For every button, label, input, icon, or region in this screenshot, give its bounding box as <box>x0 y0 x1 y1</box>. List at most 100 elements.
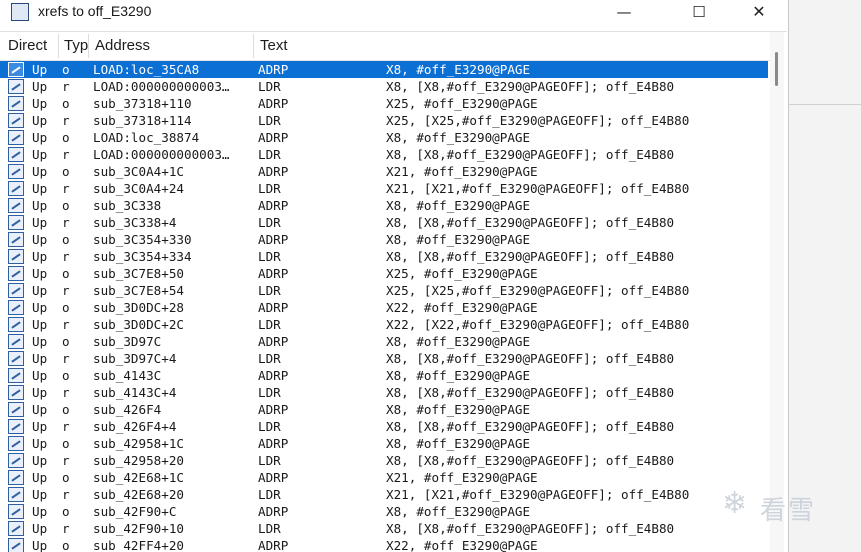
table-row[interactable]: Up o sub_3C0A4+1C ADRP X21, #off_E3290@PAGE <box>0 163 768 180</box>
table-row[interactable]: Up r sub_42F90+10 LDR X8, [X8,#off_E3290@PAG… <box>0 520 768 537</box>
title-bar[interactable]: xrefs to off_E3290 — ☐ ✕ <box>0 0 788 27</box>
address-cell: sub_3D97C+4 <box>93 351 177 366</box>
table-row[interactable]: Up r sub_426F4+4 LDR X8, [X8,#off_E3290@PAGE… <box>0 418 768 435</box>
operands-cell: X21, [X21,#off_E3290@PAGEOFF]; off_E4B80 <box>386 487 690 502</box>
address-cell: sub_37318+110 <box>93 96 192 111</box>
close-button[interactable]: ✕ <box>736 0 782 27</box>
type-cell: o <box>62 538 70 552</box>
type-cell: r <box>62 317 70 332</box>
direction-cell: Up <box>32 504 48 519</box>
address-cell: sub_42F90+10 <box>93 521 184 536</box>
table-row[interactable]: Up o sub_3D97C ADRP X8, #off_E3290@PAGE <box>0 333 768 350</box>
operands-cell: X8, #off_E3290@PAGE <box>386 62 531 77</box>
table-row[interactable]: Up r sub_3D97C+4 LDR X8, [X8,#off_E3290@PAGE… <box>0 350 768 367</box>
table-row[interactable]: Up o sub_42F90+C ADRP X8, #off_E3290@PAGE <box>0 503 768 520</box>
mnemonic-cell: LDR <box>258 181 281 196</box>
table-row[interactable]: Up o sub_42E68+1C ADRP X21, #off_E3290@PAGE <box>0 469 768 486</box>
table-row[interactable]: Up r sub_3C0A4+24 LDR X21, [X21,#off_E3290@P… <box>0 180 768 197</box>
table-row[interactable]: Up r sub_42E68+20 LDR X21, [X21,#off_E3290@P… <box>0 486 768 503</box>
xref-icon <box>8 249 24 264</box>
xref-icon <box>8 266 24 281</box>
xref-icon <box>8 96 24 111</box>
xref-icon <box>8 283 24 298</box>
mnemonic-cell: LDR <box>258 249 281 264</box>
column-resize-handle[interactable] <box>253 34 254 58</box>
table-row[interactable]: Up r sub_4143C+4 LDR X8, [X8,#off_E3290@PAGE… <box>0 384 768 401</box>
mnemonic-cell: LDR <box>258 147 281 162</box>
table-row[interactable]: Up r sub_3D0DC+2C LDR X22, [X22,#off_E3290@P… <box>0 316 768 333</box>
operands-cell: X22, #off_E3290@PAGE <box>386 300 538 315</box>
table-row[interactable]: Up o sub_3C354+330 ADRP X8, #off_E3290@PAGE <box>0 231 768 248</box>
address-cell: sub_3D0DC+2C <box>93 317 184 332</box>
type-cell: o <box>62 96 70 111</box>
table-row[interactable]: Up o sub_4143C ADRP X8, #off_E3290@PAGE <box>0 367 768 384</box>
direction-cell: Up <box>32 351 48 366</box>
table-row[interactable]: Up r LOAD:000000000003… LDR X8, [X8,#off_E32… <box>0 146 768 163</box>
xref-icon <box>8 402 24 417</box>
list-header: Direct Typ Address Text <box>0 32 770 61</box>
type-cell: o <box>62 368 70 383</box>
table-row[interactable]: Up o LOAD:loc_38874 ADRP X8, #off_E3290@PAGE <box>0 129 768 146</box>
table-row[interactable]: Up r sub_3C354+334 LDR X8, [X8,#off_E3290@PA… <box>0 248 768 265</box>
address-cell: sub_42E68+1C <box>93 470 184 485</box>
operands-cell: X8, #off_E3290@PAGE <box>386 504 531 519</box>
table-row[interactable]: Up r sub_3C338+4 LDR X8, [X8,#off_E3290@PAGE… <box>0 214 768 231</box>
operands-cell: X8, [X8,#off_E3290@PAGEOFF]; off_E4B80 <box>386 453 675 468</box>
column-resize-handle[interactable] <box>58 34 59 58</box>
type-cell: o <box>62 130 70 145</box>
table-row[interactable]: Up o sub_3C7E8+50 ADRP X25, #off_E3290@PAGE <box>0 265 768 282</box>
background-window <box>788 0 861 552</box>
table-row[interactable]: Up o sub_426F4 ADRP X8, #off_E3290@PAGE <box>0 401 768 418</box>
operands-cell: X8, #off_E3290@PAGE <box>386 436 531 451</box>
direction-cell: Up <box>32 181 48 196</box>
direction-cell: Up <box>32 334 48 349</box>
operands-cell: X8, [X8,#off_E3290@PAGEOFF]; off_E4B80 <box>386 351 675 366</box>
direction-cell: Up <box>32 96 48 111</box>
address-cell: sub_3C7E8+54 <box>93 283 184 298</box>
column-header-type[interactable]: Typ <box>64 32 88 60</box>
table-row[interactable]: Up o sub_37318+110 ADRP X25, #off_E3290@PAGE <box>0 95 768 112</box>
address-cell: LOAD:000000000003… <box>93 79 230 94</box>
xrefs-window: xrefs to off_E3290 — ☐ ✕ Direct Typ Addr… <box>0 0 789 552</box>
column-header-text[interactable]: Text <box>260 32 460 60</box>
scrollbar-thumb[interactable] <box>775 52 778 86</box>
direction-cell: Up <box>32 402 48 417</box>
xrefs-list[interactable]: Direct Typ Address Text Up o LOAD:loc_35CA… <box>0 31 787 552</box>
xref-icon <box>8 79 24 94</box>
table-row[interactable]: Up r sub_42958+20 LDR X8, [X8,#off_E3290@PAG… <box>0 452 768 469</box>
column-header-direction[interactable]: Direct <box>8 32 58 60</box>
mnemonic-cell: ADRP <box>258 470 289 485</box>
direction-cell: Up <box>32 147 48 162</box>
mnemonic-cell: ADRP <box>258 504 289 519</box>
xref-icon <box>8 147 24 162</box>
mnemonic-cell: ADRP <box>258 62 289 77</box>
column-header-address[interactable]: Address <box>95 32 245 60</box>
table-row[interactable]: Up r sub_37318+114 LDR X25, [X25,#off_E3290@… <box>0 112 768 129</box>
type-cell: o <box>62 470 70 485</box>
mnemonic-cell: ADRP <box>258 130 289 145</box>
direction-cell: Up <box>32 487 48 502</box>
vertical-scrollbar[interactable] <box>770 32 784 552</box>
table-row[interactable]: Up o sub_3C338 ADRP X8, #off_E3290@PAGE <box>0 197 768 214</box>
type-cell: o <box>62 232 70 247</box>
xref-icon <box>8 164 24 179</box>
table-row[interactable]: Up o sub_3D0DC+28 ADRP X22, #off_E3290@PAGE <box>0 299 768 316</box>
type-cell: o <box>62 198 70 213</box>
xref-icon <box>8 504 24 519</box>
type-cell: r <box>62 419 70 434</box>
table-row[interactable]: Up r LOAD:000000000003… LDR X8, [X8,#off_E32… <box>0 78 768 95</box>
table-row[interactable]: Up r sub_3C7E8+54 LDR X25, [X25,#off_E3290@P… <box>0 282 768 299</box>
direction-cell: Up <box>32 198 48 213</box>
direction-cell: Up <box>32 368 48 383</box>
table-row[interactable]: Up o sub_42958+1C ADRP X8, #off_E3290@PAGE <box>0 435 768 452</box>
operands-cell: X8, [X8,#off_E3290@PAGEOFF]; off_E4B80 <box>386 521 675 536</box>
operands-cell: X8, [X8,#off_E3290@PAGEOFF]; off_E4B80 <box>386 215 675 230</box>
table-row[interactable]: Up o sub_42FF4+20 ADRP X22, #off_E3290@PAGE <box>0 537 768 552</box>
type-cell: o <box>62 164 70 179</box>
maximize-button[interactable]: ☐ <box>676 0 722 27</box>
table-row[interactable]: Up o LOAD:loc_35CA8 ADRP X8, #off_E3290@PAGE <box>0 61 768 78</box>
xref-icon <box>8 113 24 128</box>
background-divider <box>788 104 861 105</box>
minimize-button[interactable]: — <box>601 0 647 27</box>
column-resize-handle[interactable] <box>88 34 89 58</box>
